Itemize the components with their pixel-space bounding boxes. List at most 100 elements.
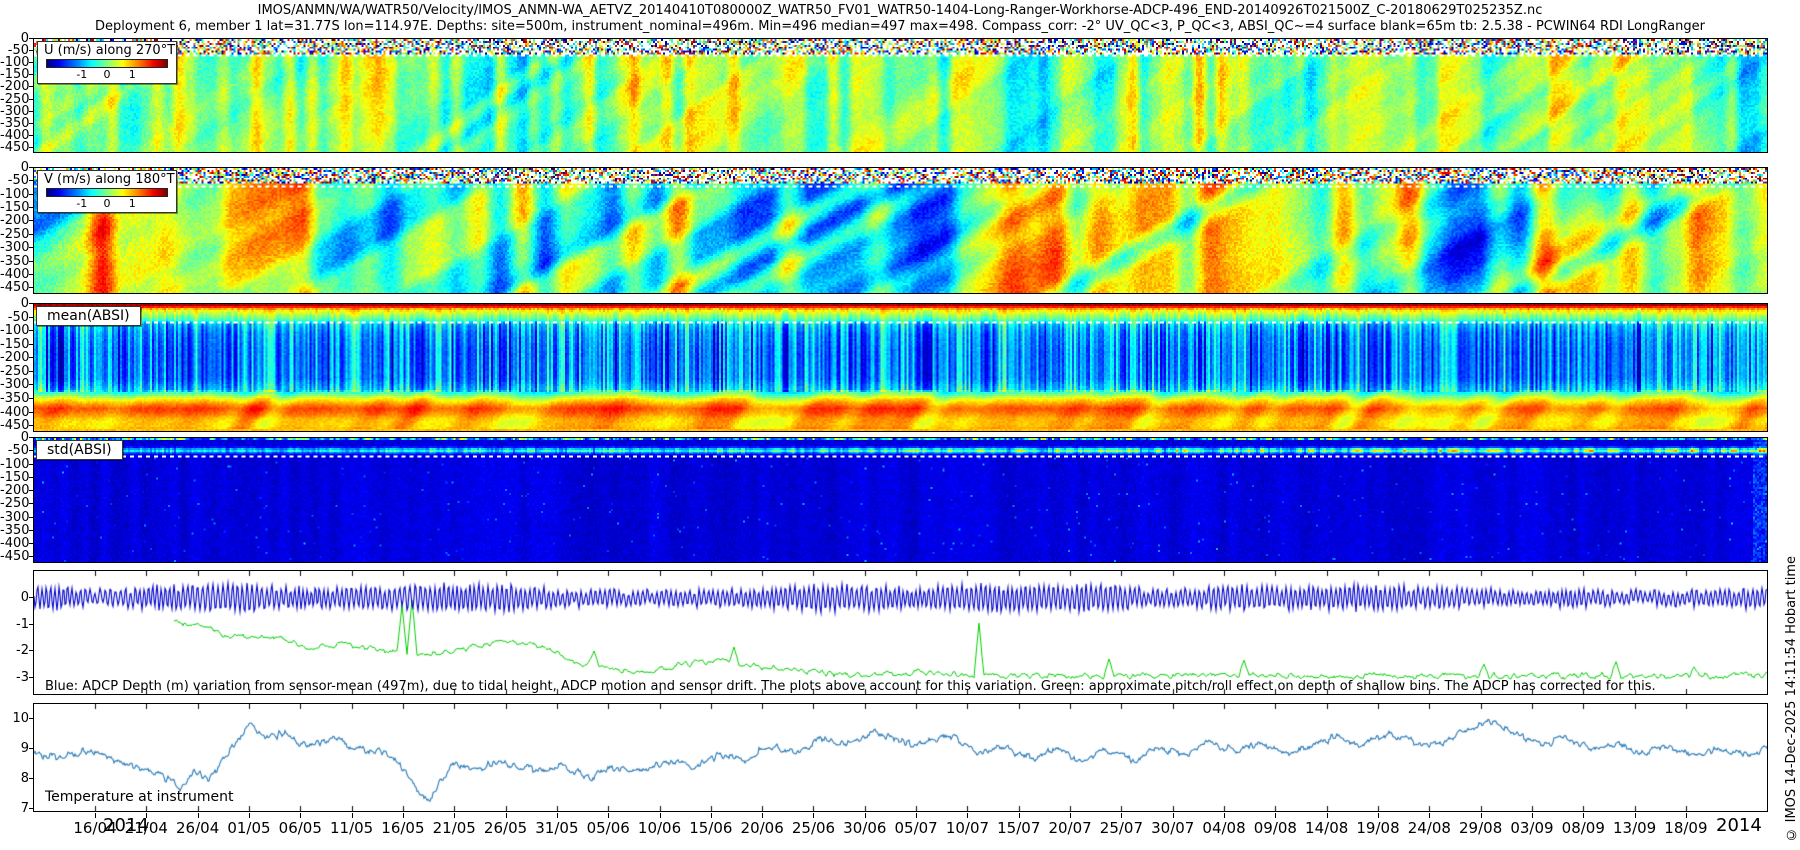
y-axis-tick-mark [29,135,33,136]
year-label-end: 2014 [1716,815,1762,836]
x-axis-tick-label: 10/07 [946,819,989,837]
imos-watermark: © IMOS 14-Dec-2025 14:11:54 Hobart time [1784,556,1799,842]
x-axis-tick-label: 19/08 [1356,819,1399,837]
x-axis-tick-label: 15/06 [689,819,732,837]
x-axis-tick-mark [403,813,404,818]
jet-colorbar [46,188,168,197]
y-axis-tick-mark [29,261,33,262]
y-axis-tick-mark [29,167,33,168]
y-axis-tick-label: -450 [0,550,29,563]
y-axis-tick-mark [29,344,33,345]
y-axis-tick-mark [29,38,33,39]
y-axis-tick-mark [29,530,33,531]
x-axis-tick-mark [1070,813,1071,818]
u-colorbar-legend: U (m/s) along 270°T -1 0 1 [37,41,177,84]
x-axis-tick-label: 11/05 [330,819,373,837]
figure-title-filename: IMOS/ANMN/WA/WATR50/Velocity/IMOS_ANMN-W… [0,3,1800,18]
x-axis-tick-mark [557,813,558,818]
x-axis-tick-mark [352,813,353,818]
x-axis-tick-label: 25/07 [1100,819,1143,837]
x-axis-tick-label: 13/09 [1613,819,1656,837]
y-axis-tick-mark [29,207,33,208]
y-axis-tick-label: -300 [0,378,29,391]
x-axis-tick-label: 04/08 [1202,819,1245,837]
colorbar-tick-label: -1 [76,68,87,81]
y-axis-tick-label: 0 [0,297,29,310]
x-axis-tick-mark [1583,813,1584,818]
x-axis-tick-mark [967,813,968,818]
u-legend-title: U (m/s) along 270°T [44,43,170,58]
x-axis-tick-label: 21/05 [433,819,476,837]
y-axis-tick-mark [29,503,33,504]
y-axis-tick-mark [29,86,33,87]
temperature-label: Temperature at instrument [45,789,233,805]
x-axis-tick-label: 25/06 [792,819,835,837]
v-colorbar-ticks: -101 [44,197,170,210]
y-axis-tick-mark [29,111,33,112]
y-axis-tick-mark [29,624,33,625]
x-axis-tick-label: 16/05 [381,819,424,837]
v-velocity-heatmap-panel: V (m/s) along 180°T -101 [33,167,1768,294]
x-axis-tick-label: 01/05 [227,819,270,837]
depth-variation-panel [33,570,1768,695]
x-axis-tick-mark [1532,813,1533,818]
x-axis-tick-mark [454,813,455,818]
x-axis-tick-mark [1275,813,1276,818]
x-axis-tick-label: 06/05 [279,819,322,837]
u-velocity-heatmap-canvas [34,39,1767,152]
y-axis-tick-label: -350 [0,392,29,405]
x-axis-tick-mark [608,813,609,818]
u-velocity-heatmap-panel: U (m/s) along 270°T -1 0 1 [33,38,1768,153]
colorbar-tick-label: -1 [76,197,87,210]
std-absi-heatmap-panel: std(ABSI) [33,437,1768,563]
y-axis-tick-mark [29,74,33,75]
temperature-panel [33,703,1768,812]
y-axis-tick-mark [29,517,33,518]
x-axis-tick-mark [146,813,147,818]
y-axis-tick-mark [29,477,33,478]
y-axis-tick-label: -250 [0,497,29,510]
x-axis-tick-label: 26/04 [176,819,219,837]
x-axis-tick-mark [506,813,507,818]
x-axis-tick-label: 14/08 [1305,819,1348,837]
y-axis-tick-mark [29,50,33,51]
y-axis-tick-mark [29,748,33,749]
y-axis-tick-mark [29,247,33,248]
mean-absi-heatmap-panel: mean(ABSI) [33,303,1768,432]
mean-absi-label-box: mean(ABSI) [36,306,141,326]
v-legend-title: V (m/s) along 180°T [44,172,170,187]
y-axis-tick-mark [29,330,33,331]
y-axis-tick-mark [29,425,33,426]
x-axis-tick-mark [762,813,763,818]
v-colorbar-legend: V (m/s) along 180°T -101 [37,170,177,213]
x-axis-tick-mark [660,813,661,818]
y-axis-tick-label: -200 [0,214,29,227]
jet-colorbar [46,59,168,68]
x-axis-tick-label: 09/08 [1254,819,1297,837]
y-axis-tick-mark [29,180,33,181]
y-axis-tick-mark [29,123,33,124]
y-axis-tick-mark [29,220,33,221]
y-axis-tick-mark [29,778,33,779]
colorbar-tick-label: 1 [129,68,136,81]
x-axis-tick-mark [1635,813,1636,818]
std-absi-heatmap-canvas [34,438,1767,562]
y-axis-tick-label: -300 [0,241,29,254]
y-axis-tick-mark [29,371,33,372]
temperature-canvas [34,704,1767,811]
x-axis-tick-mark [813,813,814,818]
x-axis-tick-label: 24/08 [1408,819,1451,837]
x-axis-tick-label: 16/04 [73,819,116,837]
x-axis-tick-label: 29/08 [1459,819,1502,837]
y-axis-tick-mark [29,556,33,557]
x-axis-tick-label: 20/07 [1048,819,1091,837]
colorbar-tick-label: 0 [104,68,111,81]
y-axis-tick-mark [29,398,33,399]
y-axis-tick-mark [29,274,33,275]
x-axis-tick-mark [916,813,917,818]
y-axis-tick-mark [29,194,33,195]
x-axis-tick-mark [711,813,712,818]
y-axis-tick-mark [29,317,33,318]
y-axis-tick-label: -200 [0,351,29,364]
y-axis-tick-mark [29,384,33,385]
